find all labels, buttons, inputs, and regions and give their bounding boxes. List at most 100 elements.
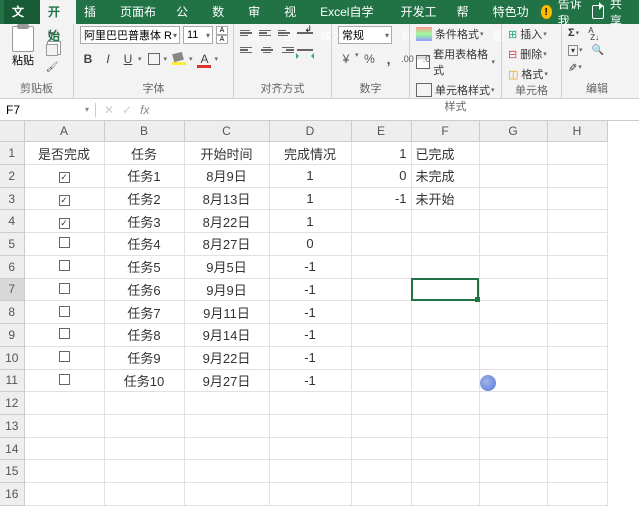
cell-F3[interactable]: 未开始 [411, 187, 479, 210]
checkbox[interactable]: ✓ [59, 172, 70, 183]
cell-H1[interactable] [547, 142, 607, 165]
cell-E11[interactable] [351, 369, 411, 392]
bold-button[interactable]: B [80, 51, 96, 67]
underline-button[interactable]: U [120, 51, 136, 67]
cell-H10[interactable] [547, 346, 607, 369]
cell-G14[interactable] [479, 437, 547, 460]
cell-H14[interactable] [547, 437, 607, 460]
cell-A3[interactable]: ✓ [24, 187, 104, 210]
cell-G3[interactable] [479, 187, 547, 210]
tab-Excel自学成才[interactable]: Excel自学成才 [312, 0, 392, 24]
cell-E10[interactable] [351, 346, 411, 369]
cell-D14[interactable] [269, 437, 351, 460]
format-painter-icon[interactable] [44, 60, 60, 74]
row-header-10[interactable]: 10 [0, 346, 24, 369]
tab-插入[interactable]: 插入 [76, 0, 112, 24]
cell-B8[interactable]: 任务7 [104, 301, 184, 324]
cell-E12[interactable] [351, 392, 411, 415]
tab-页面布局[interactable]: 页面布局 [112, 0, 168, 24]
insert-cells-button[interactable]: 插入▾ [508, 26, 547, 42]
cell-H9[interactable] [547, 324, 607, 347]
row-header-12[interactable]: 12 [0, 392, 24, 415]
cell-H3[interactable] [547, 187, 607, 210]
cell-F11[interactable] [411, 369, 479, 392]
cell-A5[interactable] [24, 233, 104, 256]
row-header-13[interactable]: 13 [0, 414, 24, 437]
cell-F16[interactable] [411, 483, 479, 506]
cell-F13[interactable] [411, 414, 479, 437]
row-header-7[interactable]: 7 [0, 278, 24, 301]
cell-D12[interactable] [269, 392, 351, 415]
col-header-C[interactable]: C [184, 121, 269, 142]
tab-数据[interactable]: 数据 [204, 0, 240, 24]
cell-C11[interactable]: 9月27日 [184, 369, 269, 392]
col-header-G[interactable]: G [479, 121, 547, 142]
cell-D1[interactable]: 完成情况 [269, 142, 351, 165]
cell-F4[interactable] [411, 210, 479, 233]
cell-B11[interactable]: 任务10 [104, 369, 184, 392]
cell-H4[interactable] [547, 210, 607, 233]
cell-C3[interactable]: 8月13日 [184, 187, 269, 210]
cell-H16[interactable] [547, 483, 607, 506]
row-header-14[interactable]: 14 [0, 437, 24, 460]
decrease-decimal-icon[interactable] [419, 51, 435, 67]
cell-D2[interactable]: 1 [269, 164, 351, 187]
cell-E1[interactable]: 1 [351, 142, 411, 165]
cell-B6[interactable]: 任务5 [104, 255, 184, 278]
cell-styles-button[interactable]: 单元格样式▾ [416, 82, 495, 98]
fill-color-button[interactable] [171, 51, 187, 67]
cell-C7[interactable]: 9月9日 [184, 278, 269, 301]
tab-开始[interactable]: 开始 [40, 0, 76, 24]
wrap-text-button[interactable] [297, 26, 313, 40]
tab-公式[interactable]: 公式 [168, 0, 204, 24]
cell-A10[interactable] [24, 346, 104, 369]
cell-D6[interactable]: -1 [269, 255, 351, 278]
cell-F10[interactable] [411, 346, 479, 369]
cell-A4[interactable]: ✓ [24, 210, 104, 233]
cell-H12[interactable] [547, 392, 607, 415]
cell-D8[interactable]: -1 [269, 301, 351, 324]
cell-H7[interactable] [547, 278, 607, 301]
cell-C13[interactable] [184, 414, 269, 437]
font-shrink-icon[interactable]: A [216, 35, 228, 44]
cell-B2[interactable]: 任务1 [104, 164, 184, 187]
number-format-combo[interactable]: 常规▾ [338, 26, 392, 44]
cell-G9[interactable] [479, 324, 547, 347]
checkbox[interactable] [59, 328, 70, 339]
increase-decimal-icon[interactable] [400, 51, 416, 67]
cell-D11[interactable]: -1 [269, 369, 351, 392]
cell-B14[interactable] [104, 437, 184, 460]
cell-F1[interactable]: 已完成 [411, 142, 479, 165]
cell-H5[interactable] [547, 233, 607, 256]
cell-B15[interactable] [104, 460, 184, 483]
row-header-8[interactable]: 8 [0, 301, 24, 324]
cell-C12[interactable] [184, 392, 269, 415]
cell-F9[interactable] [411, 324, 479, 347]
col-header-D[interactable]: D [269, 121, 351, 142]
cell-G16[interactable] [479, 483, 547, 506]
cell-A7[interactable] [24, 278, 104, 301]
cell-F12[interactable] [411, 392, 479, 415]
cell-A14[interactable] [24, 437, 104, 460]
cancel-icon[interactable] [104, 103, 114, 117]
row-header-2[interactable]: 2 [0, 164, 24, 187]
paste-button[interactable]: 粘贴 [6, 26, 40, 68]
cell-A8[interactable] [24, 301, 104, 324]
cell-C1[interactable]: 开始时间 [184, 142, 269, 165]
cell-E3[interactable]: -1 [351, 187, 411, 210]
percent-icon[interactable] [362, 51, 378, 67]
cell-A12[interactable] [24, 392, 104, 415]
col-header-H[interactable]: H [547, 121, 607, 142]
clear-icon[interactable] [568, 60, 577, 73]
checkbox[interactable]: ✓ [59, 218, 70, 229]
cell-A11[interactable] [24, 369, 104, 392]
cell-E14[interactable] [351, 437, 411, 460]
checkbox[interactable] [59, 260, 70, 271]
checkbox[interactable] [59, 283, 70, 294]
comma-icon[interactable] [381, 51, 397, 67]
cell-B1[interactable]: 任务 [104, 142, 184, 165]
cell-A9[interactable] [24, 324, 104, 347]
cell-C16[interactable] [184, 483, 269, 506]
tab-file[interactable]: 文件 [4, 0, 40, 24]
cell-E4[interactable] [351, 210, 411, 233]
